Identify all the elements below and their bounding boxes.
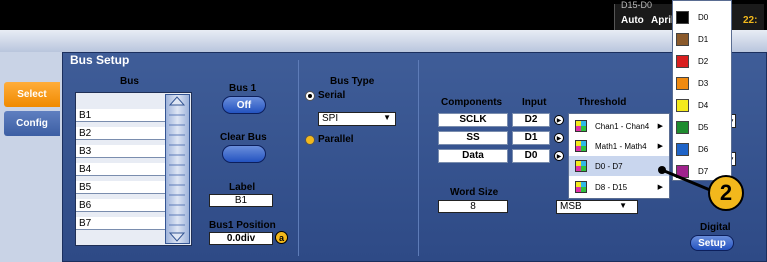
channel-label: D4 [698,100,709,110]
component-input[interactable]: D2 [512,113,550,127]
knob-a-icon: a [275,231,288,244]
color-swatch [676,54,689,68]
color-swatch [676,142,689,156]
clear-bus-label: Clear Bus [220,132,267,143]
channel-option-d1[interactable]: D1 [676,29,730,49]
word-size-label: Word Size [450,187,499,198]
channel-label: D3 [698,78,709,88]
callout-badge: 2 [708,175,744,211]
digital-label: Digital [700,222,731,233]
channel-label: D0 [698,12,709,22]
chevron-down-icon: ▼ [619,201,627,210]
menu-item-label: D0 - D7 [595,161,623,171]
serial-label: Serial [318,90,346,101]
menu-item-label: D8 - D15 [595,182,628,192]
chevron-right-icon: ▶ [657,143,663,150]
parallel-label: Parallel [318,134,354,145]
multicolor-grid-icon [575,160,587,172]
color-swatch [676,76,689,90]
bus1-position-field[interactable]: 0.0div [209,232,273,245]
digital-setup-button[interactable]: Setup [690,235,734,251]
serial-radio[interactable]: Serial [305,90,345,101]
scroll-track-icon [168,96,186,242]
component-input[interactable]: D0 [512,149,550,163]
channel-label: D1 [698,34,709,44]
input-header: Input [522,97,547,108]
color-swatch [676,98,689,112]
channel-option-d6[interactable]: D6 [676,139,730,159]
menu-item-math1-math4[interactable]: Math1 - Math4 ▶ [569,136,669,156]
channel-dropdown: D0 D1 D2 D3 D4 D5 D6 D7 [672,0,732,181]
divider [298,60,299,256]
clear-bus-button[interactable] [222,145,266,163]
bus-list-item[interactable]: B3 [76,145,166,158]
status-mode: Auto [621,15,644,26]
channel-label: D6 [698,144,709,154]
color-swatch [676,120,689,134]
bus-list-item[interactable]: B5 [76,181,166,194]
channel-option-d5[interactable]: D5 [676,117,730,137]
status-top-label: D15-D0 [621,0,653,10]
channel-label: D2 [698,56,709,66]
menu-item-label: Math1 - Math4 [595,141,647,151]
multicolor-grid-icon [575,181,587,193]
bus-list-scrollbar[interactable] [165,94,190,244]
window-title: Bus Setup [70,53,130,67]
color-swatch [676,10,689,24]
color-swatch [676,32,689,46]
parallel-radio-dot [305,134,315,145]
bus1-toggle-button[interactable]: Off [222,96,266,114]
tab-select[interactable]: Select [4,82,60,107]
channel-option-d4[interactable]: D4 [676,95,730,115]
word-size-field[interactable]: 8 [438,200,508,213]
status-time: 22: [743,15,758,26]
menu-item-label: Chan1 - Chan4 [595,121,650,131]
bus-type-heading: Bus Type [330,76,375,87]
play-icon[interactable]: ▶ [554,151,564,161]
components-header: Components [441,97,503,108]
status-date: April [651,15,674,26]
divider [418,60,419,256]
play-icon[interactable]: ▶ [554,115,564,125]
channel-option-d0[interactable]: D0 [676,7,730,27]
bus-list-item[interactable]: B4 [76,163,166,176]
component-name: Data [438,149,508,163]
bus-list-item[interactable]: B1 [76,109,166,122]
multicolor-grid-icon [575,120,587,132]
serial-radio-dot [305,90,315,101]
chevron-down-icon: ▼ [383,113,391,122]
bus1-label: Bus 1 [229,83,257,94]
bit-order-value: MSB [560,201,582,212]
play-icon[interactable]: ▶ [554,133,564,143]
component-name: SCLK [438,113,508,127]
protocol-value: SPI [322,113,339,124]
menu-item-chan1-chan4[interactable]: Chan1 - Chan4 ▶ [569,116,669,136]
parallel-radio[interactable]: Parallel [305,134,354,145]
bus-list-item[interactable]: B7 [76,217,166,230]
channel-option-d3[interactable]: D3 [676,73,730,93]
bus-heading: Bus [120,76,139,87]
bus-list-item[interactable]: B6 [76,199,166,212]
bus1-position-heading: Bus1 Position [209,220,276,231]
protocol-select[interactable]: SPI ▼ [318,112,396,126]
bit-order-select[interactable]: MSB ▼ [556,200,638,214]
chevron-right-icon: ▶ [657,123,663,130]
label-heading: Label [229,182,256,193]
component-name: SS [438,131,508,145]
knob-letter: a [278,232,284,243]
bus-list-item[interactable]: B2 [76,127,166,140]
tab-config[interactable]: Config [4,111,60,136]
multicolor-grid-icon [575,140,587,152]
component-input[interactable]: D1 [512,131,550,145]
panel-strip [0,30,767,52]
channel-option-d2[interactable]: D2 [676,51,730,71]
label-field[interactable]: B1 [209,194,273,207]
threshold-header: Threshold [578,97,627,108]
channel-label: D5 [698,122,709,132]
